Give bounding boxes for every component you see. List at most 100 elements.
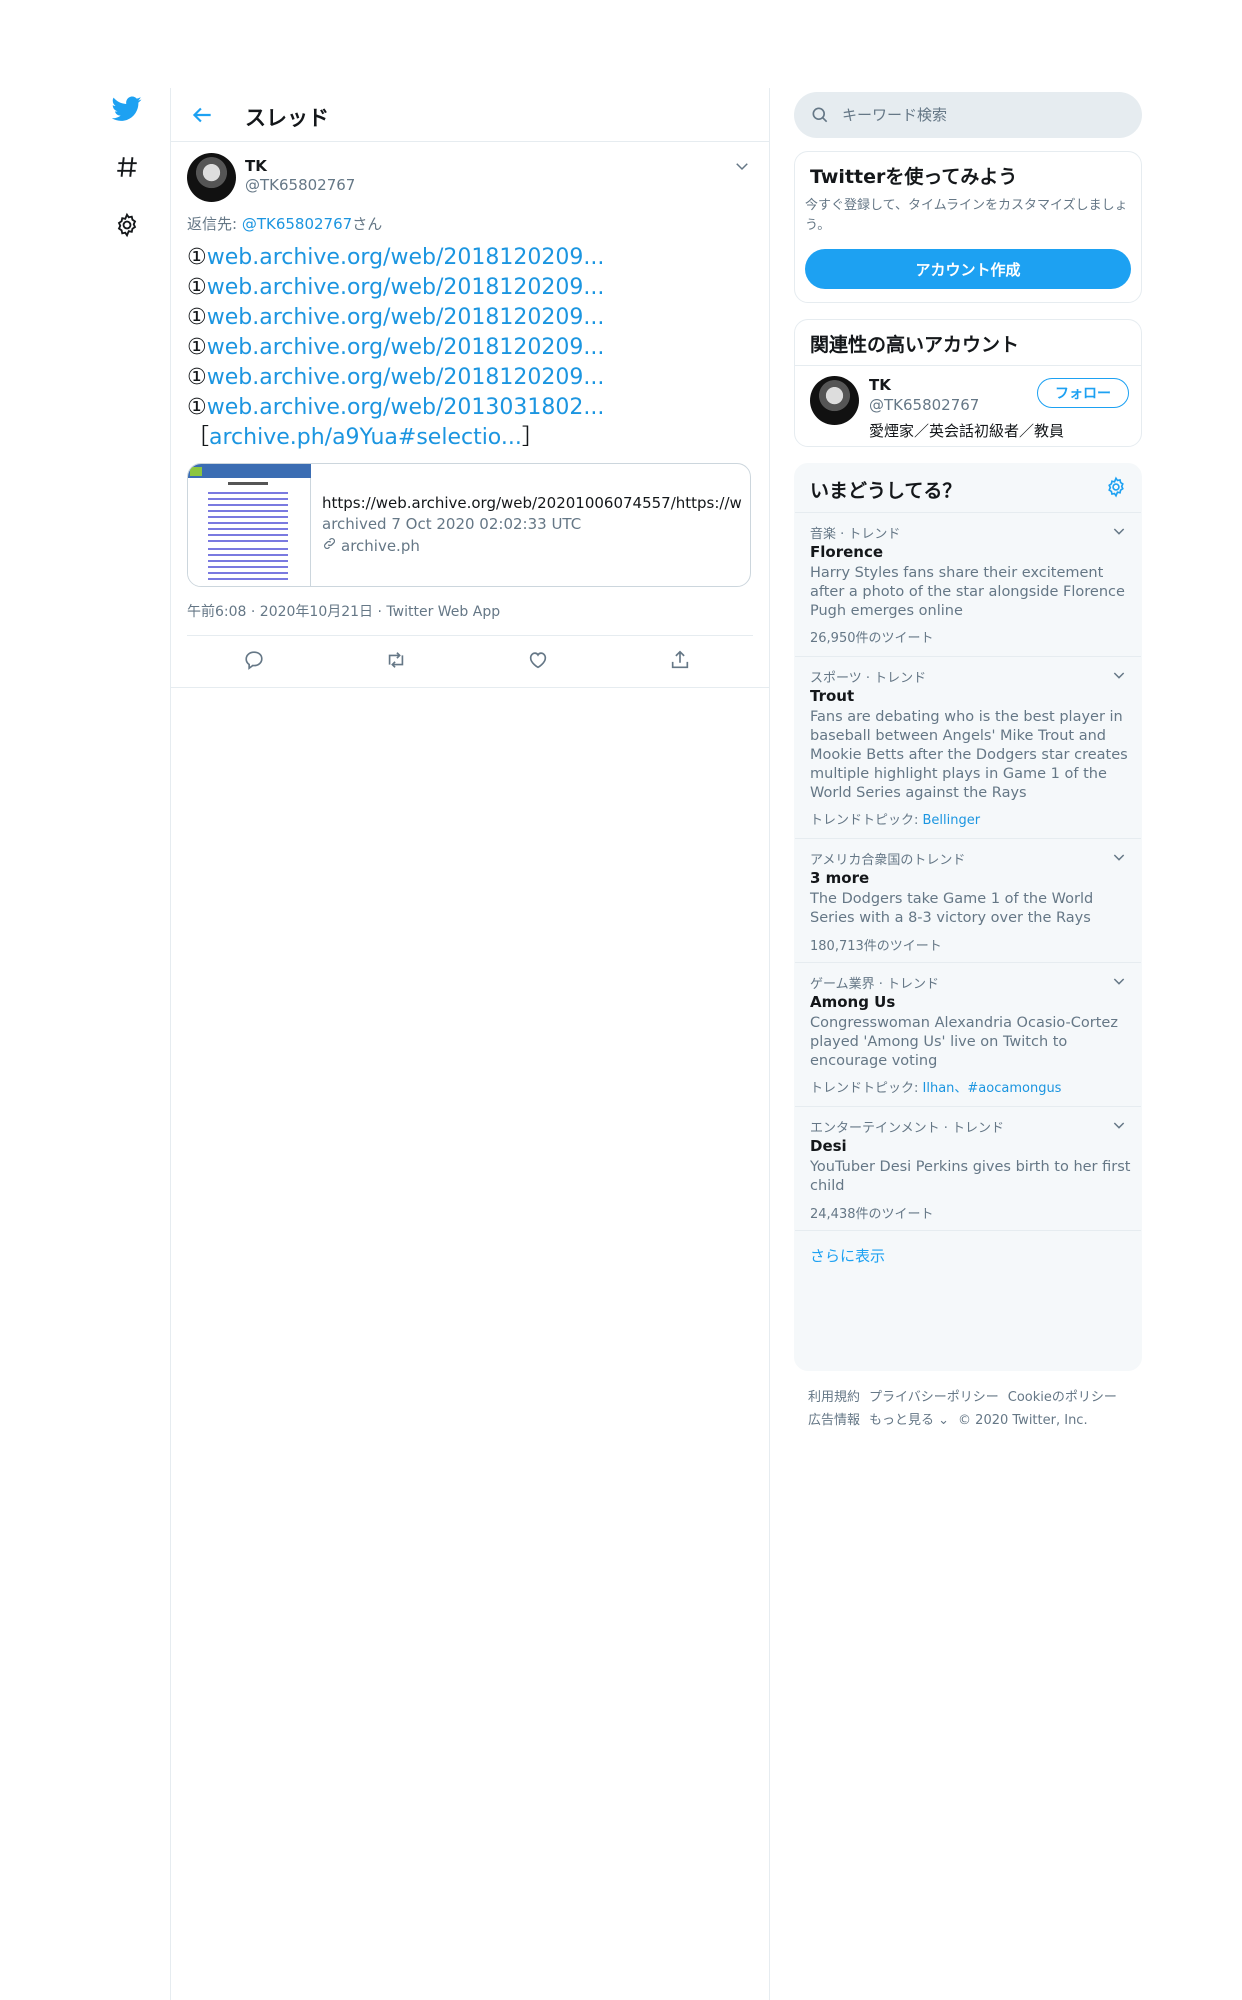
circled-one: ① xyxy=(187,275,207,300)
trend-footer-text: 180,713件のツイート xyxy=(810,939,942,954)
trend-footer-text: 24,438件のツイート xyxy=(810,1207,934,1222)
avatar[interactable] xyxy=(187,153,236,202)
twitter-logo-icon[interactable] xyxy=(110,92,144,126)
trend-footer-text: 26,950件のツイート xyxy=(810,631,934,646)
search-bar[interactable] xyxy=(794,92,1142,138)
card-domain: archive.ph xyxy=(322,536,420,555)
page-title: スレッド xyxy=(245,106,329,130)
author-name[interactable]: TK xyxy=(245,157,267,175)
thread-header: スレッド xyxy=(171,88,769,142)
circled-one: ① xyxy=(187,335,207,360)
trend-category: アメリカ合衆国のトレンド xyxy=(810,853,966,868)
archive-link[interactable]: web.archive.org/web/2018120209... xyxy=(207,335,605,360)
gear-icon[interactable] xyxy=(110,208,144,242)
tweet-line: ①web.archive.org/web/2018120209... xyxy=(187,333,757,363)
trend-footer: トレンドトピック: Ilhan、#aocamongus xyxy=(810,1077,1061,1096)
circled-one: ① xyxy=(187,395,207,420)
bracket-open: ［ xyxy=(187,425,210,450)
avatar[interactable] xyxy=(810,376,859,425)
trend-description: Harry Styles fans share their excitement… xyxy=(810,565,1125,619)
trend-footer-text: トレンドトピック: xyxy=(810,813,923,828)
trend-category: スポーツ · トレンド xyxy=(810,671,927,686)
tweet-line: ①web.archive.org/web/2018120209... xyxy=(187,243,757,273)
reply-to: 返信先: @TK65802767さん xyxy=(187,213,382,234)
trend-category: ゲーム業界 · トレンド xyxy=(810,977,940,992)
archive-link[interactable]: web.archive.org/web/2018120209... xyxy=(207,305,605,330)
archive-link[interactable]: web.archive.org/web/2018120209... xyxy=(207,245,605,270)
reply-handle-link[interactable]: @TK65802767 xyxy=(242,215,352,233)
trend-topic-link[interactable]: Bellinger xyxy=(923,813,981,828)
divider xyxy=(795,365,1141,366)
reply-suffix: さん xyxy=(352,215,383,233)
chevron-down-icon[interactable] xyxy=(1111,1117,1127,1133)
tweet-text: ①web.archive.org/web/2018120209... ①web.… xyxy=(187,243,757,453)
footer-link-more[interactable]: もっと見る ⌄ xyxy=(869,1413,949,1428)
footer-link-ads[interactable]: 広告情報 xyxy=(808,1413,860,1428)
tweet-timestamp[interactable]: 午前6:08 · 2020年10月21日 · Twitter Web App xyxy=(187,601,500,621)
card-thumbnail xyxy=(188,464,311,586)
trend-item[interactable]: エンターテインメント · トレンド Desi YouTuber Desi Per… xyxy=(795,1106,1141,1230)
trend-footer: 24,438件のツイート xyxy=(810,1203,934,1222)
trend-name: Desi xyxy=(810,1137,847,1155)
related-account-handle[interactable]: @TK65802767 xyxy=(869,396,979,414)
trend-topic-link[interactable]: Ilhan、#aocamongus xyxy=(923,1081,1062,1096)
trend-name: Florence xyxy=(810,543,884,561)
footer-copyright: © 2020 Twitter, Inc. xyxy=(958,1413,1088,1428)
follow-button[interactable]: フォロー xyxy=(1037,378,1129,408)
back-arrow-icon[interactable] xyxy=(189,102,215,128)
tweet-line: ①web.archive.org/web/2018120209... xyxy=(187,303,757,333)
show-more-row[interactable]: さらに表示 xyxy=(795,1230,1141,1280)
chevron-down-icon[interactable] xyxy=(1111,973,1127,989)
archive-link[interactable]: web.archive.org/web/2018120209... xyxy=(207,275,605,300)
archive-link[interactable]: web.archive.org/web/2013031802... xyxy=(207,395,605,420)
trend-category: エンターテインメント · トレンド xyxy=(810,1121,1005,1136)
hashtag-icon[interactable] xyxy=(110,150,144,184)
trend-description: The Dodgers take Game 1 of the World Ser… xyxy=(810,891,1094,926)
trend-footer: トレンドトピック: Bellinger xyxy=(810,809,980,828)
footer-link-cookies[interactable]: Cookieのポリシー xyxy=(1008,1390,1117,1405)
like-icon[interactable] xyxy=(527,649,551,673)
archive-ph-link[interactable]: archive.ph/a9Yua#selectio... xyxy=(209,425,522,450)
gear-icon[interactable] xyxy=(1105,476,1129,500)
chevron-down-icon[interactable] xyxy=(1111,667,1127,683)
trend-description: YouTuber Desi Perkins gives birth to her… xyxy=(810,1159,1131,1194)
trend-name: Trout xyxy=(810,687,855,705)
circled-one: ① xyxy=(187,365,207,390)
link-card[interactable]: https://web.archive.org/web/202010060745… xyxy=(187,463,751,587)
related-accounts-box: 関連性の高いアカウント TK @TK65802767 愛煙家／英会話初級者／教員… xyxy=(794,319,1142,447)
archive-link[interactable]: web.archive.org/web/2018120209... xyxy=(207,365,605,390)
circled-one: ① xyxy=(187,245,207,270)
retweet-icon[interactable] xyxy=(385,649,409,673)
chevron-down-icon[interactable] xyxy=(1111,849,1127,865)
tweet-line: ［archive.ph/a9Yua#selectio...］ xyxy=(187,423,757,453)
thread-column: スレッド TK @TK65802767 返信先: @TK65802767さん ①… xyxy=(170,88,770,2000)
trend-footer: 26,950件のツイート xyxy=(810,627,934,646)
tweet: TK @TK65802767 返信先: @TK65802767さん ①web.a… xyxy=(171,143,769,688)
footer-link-terms[interactable]: 利用規約 xyxy=(808,1390,860,1405)
author-handle[interactable]: @TK65802767 xyxy=(245,176,355,194)
chevron-down-icon[interactable] xyxy=(733,157,751,175)
chevron-down-icon[interactable] xyxy=(1111,523,1127,539)
link-icon xyxy=(322,536,337,555)
trend-description: Fans are debating who is the best player… xyxy=(810,709,1128,801)
show-more-link[interactable]: さらに表示 xyxy=(810,1245,885,1266)
footer-link-privacy[interactable]: プライバシーポリシー xyxy=(869,1390,999,1405)
related-account-name[interactable]: TK xyxy=(869,376,891,394)
search-input[interactable] xyxy=(842,92,1122,138)
reply-prefix: 返信先: xyxy=(187,215,242,233)
trend-item[interactable]: アメリカ合衆国のトレンド 3 more The Dodgers take Gam… xyxy=(795,838,1141,962)
share-icon[interactable] xyxy=(669,649,693,673)
trend-item[interactable]: ゲーム業界 · トレンド Among Us Congresswoman Alex… xyxy=(795,962,1141,1106)
trend-item[interactable]: 音楽 · トレンド Florence Harry Styles fans sha… xyxy=(795,512,1141,656)
circled-one: ① xyxy=(187,305,207,330)
tweet-line: ①web.archive.org/web/2013031802... xyxy=(187,393,757,423)
search-icon xyxy=(810,105,830,125)
create-account-button[interactable]: アカウント作成 xyxy=(805,249,1131,289)
trend-name: 3 more xyxy=(810,869,870,887)
reply-icon[interactable] xyxy=(243,649,267,673)
tweet-line: ①web.archive.org/web/2018120209... xyxy=(187,273,757,303)
trend-footer-text: トレンドトピック: xyxy=(810,1081,923,1096)
tweet-actions xyxy=(187,639,753,685)
signup-description: 今すぐ登録して、タイムラインをカスタマイズしましょう。 xyxy=(805,198,1128,233)
trend-item[interactable]: スポーツ · トレンド Trout Fans are debating who … xyxy=(795,656,1141,838)
